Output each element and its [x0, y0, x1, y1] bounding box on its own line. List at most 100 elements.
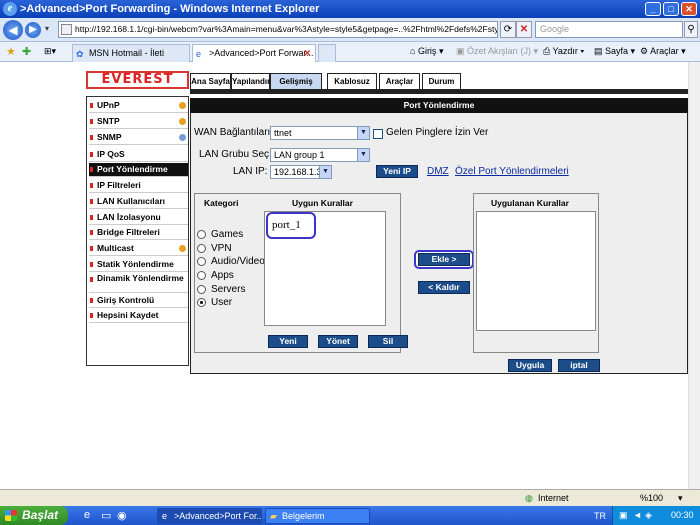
lan-ip-select[interactable]: 192.168.1.3 ▼	[270, 165, 332, 179]
start-button[interactable]: Başlat	[0, 506, 68, 525]
category-games: Games	[211, 229, 244, 240]
zoom-level[interactable]: %100	[640, 493, 663, 503]
print-button[interactable]: ⎙ Yazdır ▾	[543, 46, 584, 57]
close-tab-icon[interactable]: ✕	[303, 45, 311, 61]
add-rule-button[interactable]: Ekle >	[418, 253, 470, 266]
taskbar-item-belgelerim[interactable]: ▰ Belgelerim	[265, 508, 370, 524]
home-button[interactable]: ⌂ Giriş ▾	[410, 46, 443, 57]
category-title: Kategori	[204, 198, 239, 208]
feeds-button[interactable]: ▣ Özet Akışları (J) ▾	[456, 46, 538, 57]
back-arrow-icon[interactable]: ◀	[3, 20, 23, 40]
close-button[interactable]: ✕	[681, 2, 697, 16]
history-dropdown-icon[interactable]: ▾	[45, 24, 49, 33]
radio-audio-video[interactable]	[197, 257, 206, 266]
wan-label: WAN Bağlantıları:	[194, 127, 274, 138]
nav-multicast[interactable]: Multicast	[89, 242, 188, 256]
applied-rules-list[interactable]	[476, 211, 596, 331]
custom-port-forwarding-link[interactable]: Özel Port Yönlendirmeleri	[455, 166, 569, 177]
nav-hepsini-kaydet[interactable]: Hepsini Kaydet	[89, 309, 188, 323]
lan-group-select[interactable]: LAN group 1 ▼	[270, 148, 370, 162]
search-icon[interactable]: ⚲	[684, 21, 698, 38]
nav-snmp[interactable]: SNMP	[89, 131, 188, 145]
new-rule-button[interactable]: Yeni	[268, 335, 308, 348]
nav-lan-izolasyonu[interactable]: LAN İzolasyonu	[89, 211, 188, 225]
new-tab-button[interactable]	[318, 44, 336, 62]
remove-rule-button[interactable]: < Kaldır	[418, 281, 470, 294]
tab-port-forwarding[interactable]: e >Advanced>Port Forwar... ✕	[192, 44, 316, 62]
nav-statik-yonlendirme[interactable]: Statik Yönlendirme	[89, 258, 188, 272]
url-input[interactable]: http://192.168.1.1/cgi-bin/webcm?var%3Am…	[58, 21, 498, 38]
maximize-button[interactable]: □	[663, 2, 679, 16]
add-favorite-icon[interactable]: ✚	[22, 45, 31, 58]
page-menu-button[interactable]: ▤ Sayfa ▾	[594, 46, 635, 57]
minimize-button[interactable]: _	[645, 2, 661, 16]
status-dot-icon	[179, 134, 186, 141]
page-icon	[61, 24, 72, 35]
tab-list-icon[interactable]: ⊞▾	[44, 46, 56, 57]
nav-lan-kullanicilari[interactable]: LAN Kullanıcıları	[89, 195, 188, 209]
menu-durum[interactable]: Durum	[422, 73, 461, 90]
tray-security-icon[interactable]: ◈	[645, 506, 652, 525]
nav-ip-qos[interactable]: IP QoS	[89, 148, 188, 162]
menu-kablosuz[interactable]: Kablosuz	[327, 73, 377, 90]
chevron-down-icon[interactable]: ▾	[678, 493, 683, 504]
status-dot-icon	[179, 102, 186, 109]
everest-logo: EVEREST	[86, 71, 189, 89]
chevron-down-icon: ▼	[319, 166, 331, 178]
nav-port-yonlendirme[interactable]: Port Yönlendirme	[89, 163, 188, 177]
rule-item-port-1[interactable]: port_1	[266, 212, 316, 239]
radio-games[interactable]	[197, 230, 206, 239]
tab-row: ★ ✚ ⊞▾ ✿ MSN Hotmail - İleti e >Advanced…	[0, 42, 700, 62]
radio-vpn[interactable]	[197, 244, 206, 253]
applied-rules-title: Uygulanan Kurallar	[491, 198, 569, 208]
vertical-scrollbar[interactable]	[688, 62, 700, 489]
ie-quicklaunch-icon[interactable]: e	[84, 509, 90, 521]
stop-icon[interactable]: ✕	[516, 21, 532, 38]
menu-gelismis[interactable]: Gelişmiş	[270, 73, 322, 90]
category-apps: Apps	[211, 270, 234, 281]
windows-flag-icon	[5, 510, 17, 521]
wan-select[interactable]: ttnet ▼	[270, 126, 370, 140]
lan-ip-label: LAN IP:	[233, 166, 268, 177]
allow-ping-checkbox[interactable]	[373, 129, 383, 139]
menu-ana-sayfa[interactable]: Ana Sayfa	[190, 73, 231, 90]
nav-bridge-filtreleri[interactable]: Bridge Filtreleri	[89, 226, 188, 240]
tray-network-icon[interactable]: ▣	[619, 506, 628, 525]
media-quicklaunch-icon[interactable]: ◉	[117, 509, 127, 522]
desktop-quicklaunch-icon[interactable]: ▭	[101, 509, 111, 522]
taskbar-item-browser[interactable]: e >Advanced>Port For...	[157, 508, 262, 524]
radio-user[interactable]	[197, 298, 206, 307]
ie-page-icon: e	[196, 49, 202, 59]
nav-dinamik-yonlendirme[interactable]: Dinamik Yönlendirme	[89, 273, 188, 293]
category-user: User	[211, 297, 233, 308]
status-dot-icon	[179, 118, 186, 125]
refresh-icon[interactable]: ⟳	[500, 21, 516, 38]
folder-icon: ▰	[270, 511, 277, 521]
search-input[interactable]: Google	[535, 21, 683, 38]
language-indicator[interactable]: TR	[594, 511, 606, 521]
nav-giris-kontrolu[interactable]: Giriş Kontrolü	[89, 294, 188, 308]
menu-yapilandir[interactable]: Yapılandır	[231, 73, 270, 90]
category-vpn: VPN	[211, 243, 232, 254]
radio-servers[interactable]	[197, 285, 206, 294]
allow-ping-label: Gelen Pinglere İzin Ver	[386, 127, 489, 138]
manage-rule-button[interactable]: Yönet	[318, 335, 358, 348]
cancel-button[interactable]: iptal	[558, 359, 600, 372]
menu-araclar[interactable]: Araçlar	[379, 73, 420, 90]
new-ip-button[interactable]: Yeni IP	[376, 165, 418, 178]
menu-underline	[190, 89, 688, 94]
delete-rule-button[interactable]: Sil	[368, 335, 408, 348]
status-dot-icon	[179, 245, 186, 252]
tab-msn-hotmail[interactable]: ✿ MSN Hotmail - İleti	[72, 44, 190, 62]
apply-button[interactable]: Uygula	[508, 359, 552, 372]
nav-upnp[interactable]: UPnP	[89, 99, 188, 113]
nav-ip-filtreleri[interactable]: IP Filtreleri	[89, 179, 188, 193]
favorites-star-icon[interactable]: ★	[6, 45, 16, 58]
forward-arrow-icon[interactable]: ▶	[25, 22, 41, 38]
tools-menu-button[interactable]: ⚙ Araçlar ▾	[640, 46, 686, 57]
nav-sntp[interactable]: SNTP	[89, 115, 188, 129]
dmz-link[interactable]: DMZ	[427, 166, 449, 177]
panel-title: Port Yönlendirme	[190, 98, 688, 113]
tray-volume-icon[interactable]: ◄	[633, 506, 642, 525]
radio-apps[interactable]	[197, 271, 206, 280]
